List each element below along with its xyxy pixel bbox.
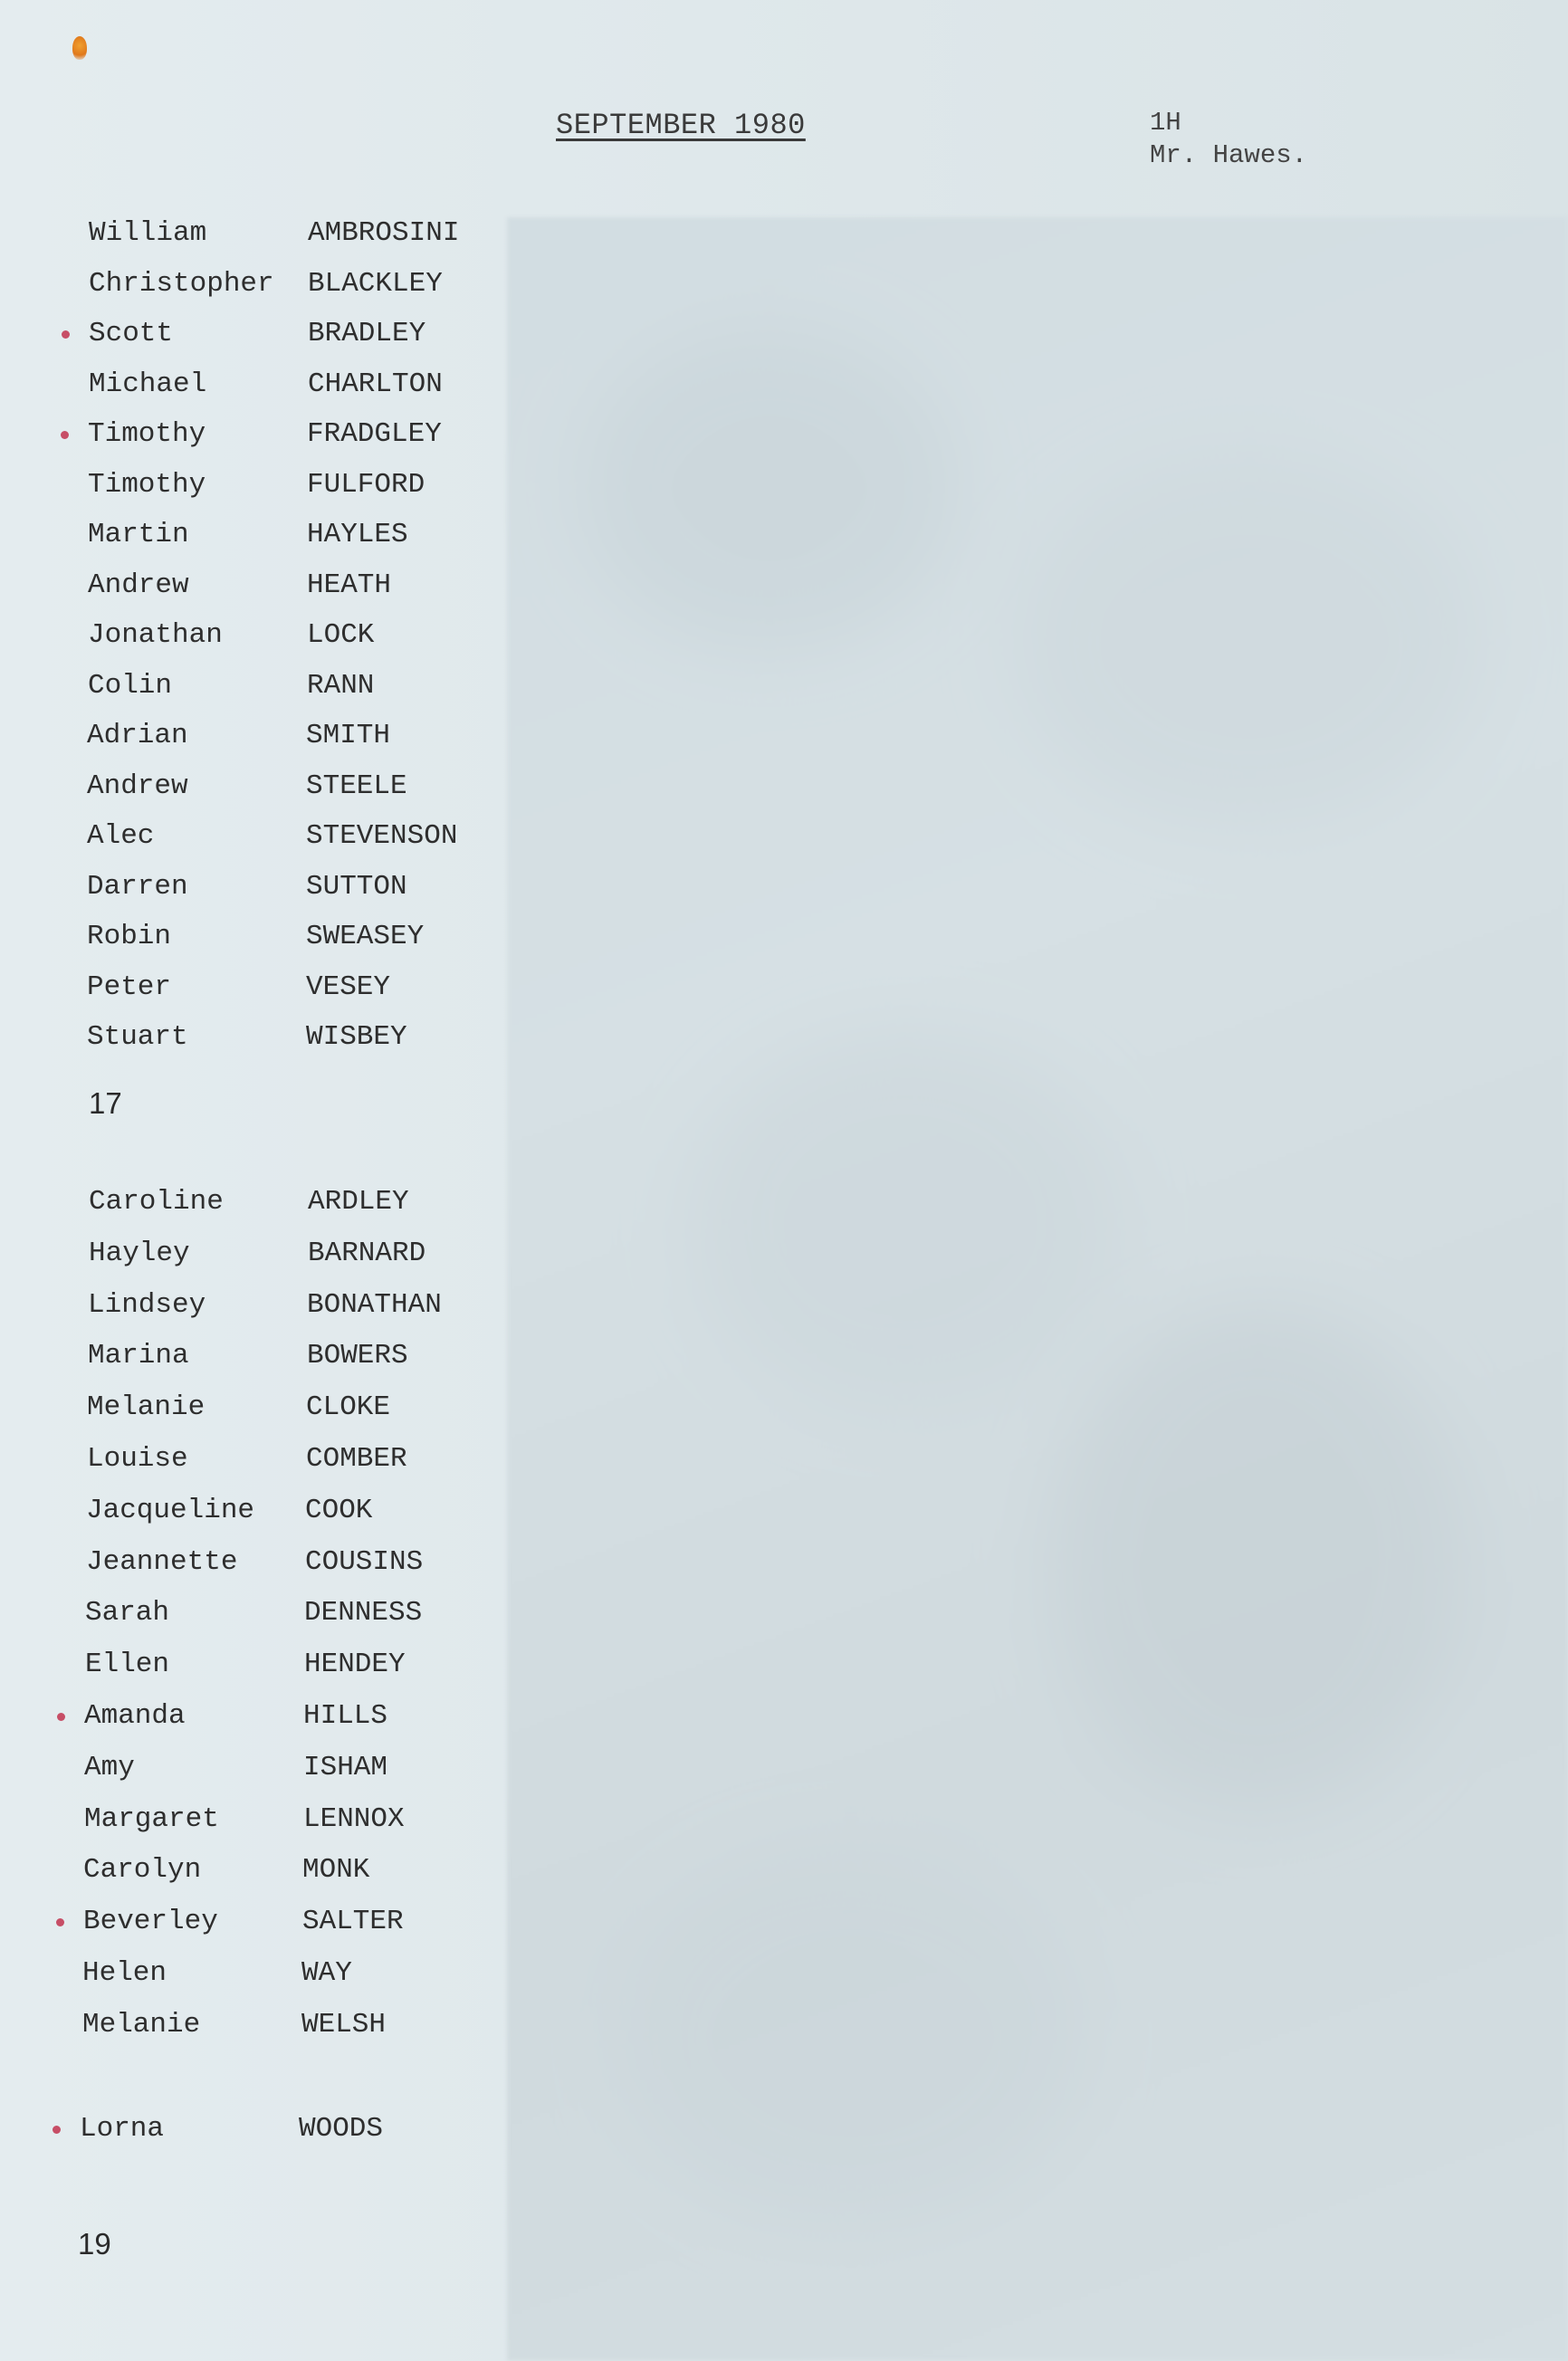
last-name: CHARLTON — [308, 368, 443, 400]
last-name: SMITH — [306, 720, 391, 751]
first-name: Jacqueline — [86, 1494, 255, 1526]
first-name: Marina — [88, 1340, 189, 1372]
first-name: Beverley — [83, 1906, 218, 1938]
first-name: Michael — [89, 368, 207, 400]
last-name: WELSH — [301, 2008, 387, 2041]
first-name: Melanie — [82, 2008, 201, 2041]
last-name: STEVENSON — [306, 820, 458, 852]
last-name: BARNARD — [308, 1237, 426, 1269]
first-name: Lindsey — [88, 1288, 206, 1321]
first-name: Darren — [87, 870, 188, 903]
last-name: MONK — [302, 1854, 370, 1887]
last-name: COMBER — [306, 1443, 407, 1475]
last-name: LOCK — [307, 619, 375, 651]
tick-mark — [61, 431, 69, 439]
last-name: STEELE — [306, 769, 407, 802]
tick-mark — [57, 1713, 65, 1721]
first-name: Timothy — [88, 468, 206, 501]
last-name: WISBEY — [306, 1021, 407, 1053]
last-name: FRADGLEY — [307, 418, 442, 450]
tick-mark — [53, 2126, 61, 2134]
first-name: Helen — [82, 1957, 167, 1989]
first-name: Jeannette — [86, 1545, 238, 1578]
first-name: Amanda — [84, 1700, 186, 1732]
tick-mark — [62, 330, 70, 339]
last-name: RANN — [307, 669, 375, 702]
last-name: SWEASEY — [306, 921, 425, 952]
last-name: CLOKE — [306, 1391, 391, 1424]
boys-count: 17 — [89, 1086, 122, 1120]
first-name: Melanie — [87, 1391, 206, 1424]
last-name: VESEY — [306, 970, 391, 1003]
last-name: AMBROSINI — [308, 217, 460, 249]
first-name: Christopher — [89, 267, 274, 300]
page-title: SEPTEMBER 1980 — [556, 109, 806, 142]
class-info: 1H Mr. Hawes. — [1150, 107, 1307, 172]
first-name: Margaret — [84, 1802, 219, 1835]
last-name: COUSINS — [305, 1545, 424, 1578]
last-name: HAYLES — [307, 519, 408, 550]
blurred-region — [507, 217, 1568, 2361]
girls-count: 19 — [78, 2227, 111, 2261]
first-name: Peter — [87, 970, 172, 1003]
last-name: FULFORD — [307, 468, 425, 501]
last-name: HEATH — [307, 569, 392, 601]
first-name: Colin — [88, 669, 173, 702]
teacher-name: Mr. Hawes. — [1150, 140, 1308, 170]
class-code: 1H — [1150, 108, 1181, 138]
last-name: ISHAM — [303, 1751, 388, 1783]
first-name: Alec — [87, 820, 155, 852]
last-name: SALTER — [302, 1906, 404, 1938]
first-name: Jonathan — [88, 619, 223, 651]
first-name: Andrew — [87, 769, 188, 802]
first-name: Timothy — [88, 418, 206, 450]
last-name: WAY — [301, 1957, 352, 1989]
last-name: ARDLEY — [308, 1186, 409, 1218]
first-name: Carolyn — [83, 1854, 202, 1887]
first-name: Robin — [87, 921, 172, 952]
last-name: SUTTON — [306, 870, 407, 903]
first-name: Stuart — [87, 1021, 188, 1053]
last-name: COOK — [305, 1494, 373, 1526]
last-name: HENDEY — [304, 1649, 406, 1681]
first-name: Andrew — [88, 569, 189, 601]
last-name: BRADLEY — [308, 318, 426, 349]
first-name: Scott — [89, 318, 174, 349]
last-name: DENNESS — [304, 1597, 423, 1630]
last-name: BONATHAN — [307, 1288, 442, 1321]
first-name: Louise — [87, 1443, 188, 1475]
last-name: LENNOX — [303, 1802, 405, 1835]
last-name: HILLS — [303, 1700, 388, 1732]
first-name: Lorna — [80, 2113, 165, 2145]
last-name: WOODS — [299, 2113, 384, 2145]
first-name: Caroline — [89, 1186, 224, 1218]
first-name: Martin — [88, 519, 189, 550]
document-page: SEPTEMBER 1980 1H Mr. Hawes. William AMBR… — [0, 0, 1568, 2361]
first-name: Adrian — [87, 720, 188, 751]
first-name: Amy — [84, 1751, 135, 1783]
ink-stain — [72, 36, 87, 60]
first-name: Hayley — [89, 1237, 190, 1269]
first-name: Ellen — [85, 1649, 170, 1681]
tick-mark — [56, 1918, 64, 1927]
last-name: BOWERS — [307, 1340, 408, 1372]
last-name: BLACKLEY — [308, 267, 443, 300]
first-name: William — [89, 217, 207, 249]
first-name: Sarah — [85, 1597, 170, 1630]
